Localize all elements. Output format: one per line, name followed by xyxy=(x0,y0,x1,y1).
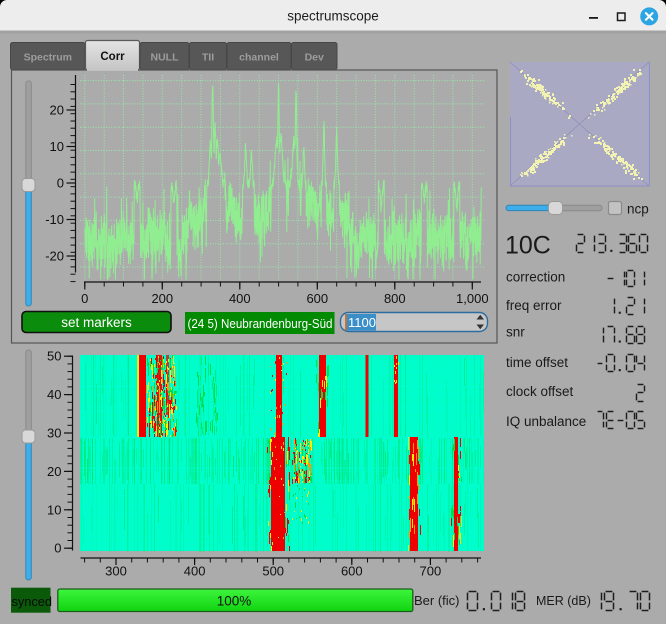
svg-text:800: 800 xyxy=(384,291,406,306)
svg-text:700: 700 xyxy=(420,564,442,579)
svg-text:freq error: freq error xyxy=(506,298,562,313)
svg-text:NULL: NULL xyxy=(151,52,180,64)
svg-text:synced: synced xyxy=(12,594,53,609)
svg-text:MER (dB): MER (dB) xyxy=(536,594,591,608)
svg-text:10: 10 xyxy=(47,502,61,517)
svg-text:1,000: 1,000 xyxy=(456,291,489,306)
svg-text:correction: correction xyxy=(506,270,565,285)
svg-text:IQ unbalance: IQ unbalance xyxy=(506,414,586,429)
svg-text:0: 0 xyxy=(57,176,64,191)
svg-text:0: 0 xyxy=(81,291,88,306)
svg-text:Spectrum: Spectrum xyxy=(24,52,72,64)
svg-text:200: 200 xyxy=(151,291,173,306)
svg-text:channel: channel xyxy=(239,52,279,64)
svg-text:spectrumscope: spectrumscope xyxy=(287,9,379,24)
svg-text:30: 30 xyxy=(47,426,61,441)
svg-text:600: 600 xyxy=(341,564,363,579)
svg-text:400: 400 xyxy=(229,291,251,306)
svg-text:(24 5) Neubrandenburg-Süd: (24 5) Neubrandenburg-Süd xyxy=(188,316,333,331)
svg-text:TII: TII xyxy=(202,52,214,64)
svg-text:400: 400 xyxy=(184,564,206,579)
svg-text:ncp: ncp xyxy=(627,202,649,217)
svg-text:50: 50 xyxy=(47,349,61,364)
svg-text:-10: -10 xyxy=(45,212,64,227)
svg-text:Dev: Dev xyxy=(305,52,324,64)
svg-text:20: 20 xyxy=(47,464,61,479)
svg-text:100%: 100% xyxy=(217,594,252,609)
svg-text:Ber (fic): Ber (fic) xyxy=(414,593,460,608)
svg-text:300: 300 xyxy=(105,564,127,579)
svg-text:40: 40 xyxy=(47,387,61,402)
svg-text:600: 600 xyxy=(306,291,328,306)
svg-text:500: 500 xyxy=(262,564,284,579)
svg-text:clock offset: clock offset xyxy=(506,384,574,399)
svg-text:Corr: Corr xyxy=(100,51,125,63)
svg-text:set markers: set markers xyxy=(61,315,132,330)
svg-text:10C: 10C xyxy=(505,232,551,260)
svg-text:-20: -20 xyxy=(45,249,64,264)
svg-text:10: 10 xyxy=(50,139,64,154)
svg-text:time offset: time offset xyxy=(506,355,568,370)
svg-text:1100: 1100 xyxy=(348,315,376,330)
svg-text:20: 20 xyxy=(50,103,64,118)
svg-text:0: 0 xyxy=(54,541,61,556)
svg-text:snr: snr xyxy=(506,325,525,340)
